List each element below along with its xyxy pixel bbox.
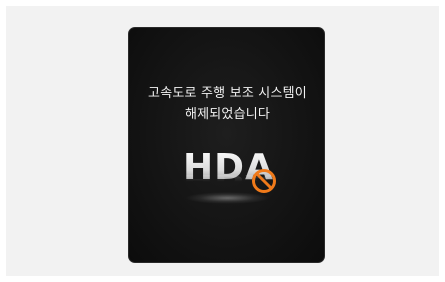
status-message-line-2: 해제되었습니다 — [184, 107, 271, 122]
no-entry-icon — [252, 169, 276, 193]
cluster-display: 고속도로 주행 보조 시스템이 해제되었습니다 HDA HDA — [128, 27, 325, 263]
hda-logo: HDA HDA — [173, 140, 283, 210]
status-message-line-1: 고속도로 주행 보조 시스템이 — [148, 86, 307, 101]
page: 고속도로 주행 보조 시스템이 해제되었습니다 HDA HDA — [0, 0, 445, 282]
